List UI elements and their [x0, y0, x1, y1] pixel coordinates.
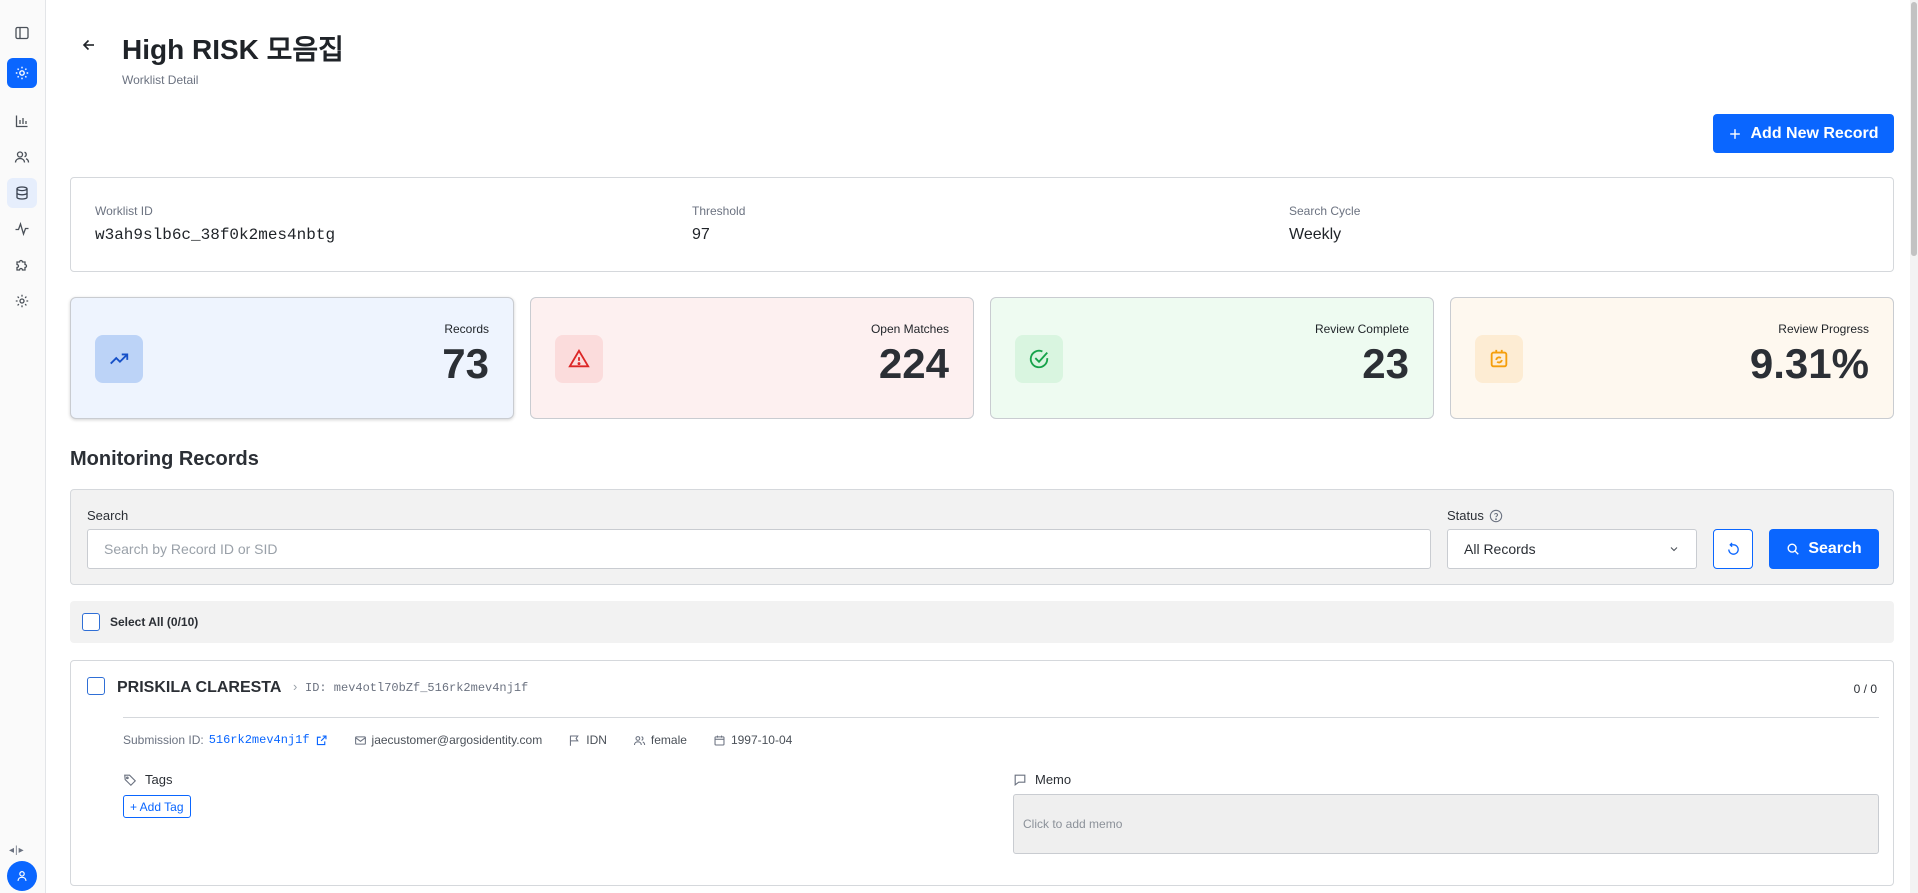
email-item: jaecustomer@argosidentity.com — [354, 733, 543, 747]
record-separator: › — [293, 679, 298, 694]
gender-item: female — [633, 733, 687, 747]
record-divider — [123, 717, 1879, 718]
stat-label: Review Progress — [1778, 322, 1869, 336]
memo-label: Memo — [1035, 772, 1072, 787]
database-icon[interactable] — [7, 178, 37, 208]
scrollbar-thumb[interactable] — [1911, 2, 1917, 256]
activity-icon[interactable] — [7, 214, 37, 244]
search-button-label: Search — [1808, 540, 1862, 557]
plus-icon — [1730, 128, 1741, 139]
check-circle-icon — [1015, 335, 1063, 383]
panel-toggle-icon[interactable] — [7, 18, 37, 48]
back-button[interactable] — [78, 34, 100, 56]
threshold-label: Threshold — [692, 204, 746, 218]
country-value: IDN — [586, 733, 607, 747]
user-icon — [17, 871, 27, 881]
search-cycle-field: Search Cycle Weekly — [1289, 204, 1360, 244]
worklist-info-card: Worklist ID w3ah9slb6c_38f0k2mes4nbtg Th… — [70, 177, 1894, 272]
status-select[interactable]: All Records — [1447, 529, 1697, 569]
message-icon — [1014, 774, 1026, 786]
add-new-record-button[interactable]: Add New Record — [1713, 114, 1894, 153]
avatar[interactable] — [7, 861, 37, 891]
stat-value: 73 — [442, 340, 489, 387]
settings-icon[interactable] — [7, 58, 37, 88]
page-subtitle: Worklist Detail — [122, 73, 199, 87]
gear-icon[interactable] — [7, 286, 37, 316]
worklist-id-value: w3ah9slb6c_38f0k2mes4nbtg — [95, 226, 336, 244]
records-stat-card[interactable]: Records 73 — [70, 297, 514, 419]
memo-input[interactable]: Click to add memo — [1013, 794, 1879, 854]
birthdate-value: 1997-10-04 — [730, 733, 793, 747]
calendar-icon — [714, 735, 725, 745]
status-select-value: All Records — [1464, 541, 1536, 557]
stat-label: Open Matches — [870, 322, 949, 336]
alert-triangle-icon — [555, 335, 603, 383]
record-card: PRISKILA CLARESTA › ID: mev4otl70bZf_516… — [70, 660, 1894, 886]
review-complete-stat-card[interactable]: Review Complete 23 — [990, 297, 1434, 419]
record-match-count: 0 / 0 — [1853, 682, 1877, 696]
stat-value: 23 — [1362, 340, 1409, 387]
help-icon[interactable] — [1489, 509, 1503, 523]
external-link-icon[interactable] — [315, 734, 328, 747]
search-cycle-label: Search Cycle — [1289, 204, 1361, 218]
search-icon — [1787, 543, 1800, 555]
users-icon[interactable] — [7, 142, 37, 172]
stat-label: Records — [444, 322, 489, 336]
stat-label: Review Complete — [1314, 322, 1409, 336]
worklist-id-field: Worklist ID w3ah9slb6c_38f0k2mes4nbtg — [95, 204, 335, 244]
birthdate-item: 1997-10-04 — [713, 733, 792, 747]
chevron-down-icon — [1670, 547, 1678, 552]
search-button[interactable]: Search — [1769, 529, 1879, 569]
stat-value: 9.31% — [1749, 340, 1869, 387]
puzzle-icon[interactable] — [7, 250, 37, 280]
review-progress-stat-card[interactable]: Review Progress 9.31% — [1450, 297, 1894, 419]
add-tag-button[interactable]: + Add Tag — [123, 795, 191, 818]
country-item: IDN — [568, 733, 607, 747]
submission-id-link[interactable]: 516rk2mev4nj1f — [209, 733, 310, 747]
search-cycle-value: Weekly — [1289, 226, 1342, 243]
reset-icon — [1727, 541, 1739, 555]
tags-header: Tags — [123, 772, 172, 787]
filter-panel: Search Search by Record ID or SID Status… — [70, 489, 1894, 585]
threshold-value: 97 — [692, 226, 710, 243]
gender-value: female — [650, 733, 687, 747]
sidebar-resize-handle[interactable]: ◂|▸ — [9, 845, 25, 856]
select-all-checkbox[interactable] — [82, 613, 100, 631]
sidebar: ◂|▸ — [0, 0, 46, 893]
record-name: PRISKILA CLARESTA — [117, 679, 282, 696]
status-label: Status — [1447, 508, 1484, 523]
mail-icon — [354, 735, 366, 745]
trending-up-icon — [95, 335, 143, 383]
tags-label: Tags — [145, 772, 173, 787]
record-meta: Submission ID: 516rk2mev4nj1f jaecustome… — [123, 733, 818, 747]
page-title: High RISK 모음집 — [122, 34, 344, 65]
record-checkbox[interactable] — [87, 677, 105, 695]
submission-id-item: Submission ID: 516rk2mev4nj1f — [123, 733, 328, 747]
select-all-bar: Select All (0/10) — [70, 601, 1894, 643]
open-matches-stat-card[interactable]: Open Matches 224 — [530, 297, 974, 419]
worklist-id-label: Worklist ID — [95, 204, 153, 218]
arrow-left-icon — [82, 39, 94, 51]
threshold-field: Threshold 97 — [692, 204, 745, 244]
tag-icon — [124, 774, 137, 786]
chart-icon[interactable] — [7, 106, 37, 136]
main-content: High RISK 모음집 Worklist Detail Add New Re… — [70, 0, 1894, 893]
reset-button[interactable] — [1713, 529, 1753, 569]
search-input[interactable]: Search by Record ID or SID — [87, 529, 1431, 569]
add-new-record-label: Add New Record — [1750, 124, 1879, 142]
memo-header: Memo — [1013, 772, 1071, 787]
flag-icon — [570, 735, 579, 746]
submission-id-label: Submission ID: — [123, 733, 204, 747]
refresh-square-icon — [1475, 335, 1523, 383]
select-all-label: Select All (0/10) — [110, 615, 199, 629]
status-label-group: Status — [1447, 508, 1503, 523]
record-id: ID: mev4otl70bZf_516rk2mev4nj1f — [305, 681, 529, 695]
stat-value: 224 — [878, 340, 949, 387]
section-title: Monitoring Records — [70, 448, 259, 470]
page-scrollbar[interactable] — [1910, 0, 1918, 893]
email-value: jaecustomer@argosidentity.com — [371, 733, 543, 747]
search-label: Search — [87, 508, 129, 523]
users-icon — [633, 735, 646, 745]
